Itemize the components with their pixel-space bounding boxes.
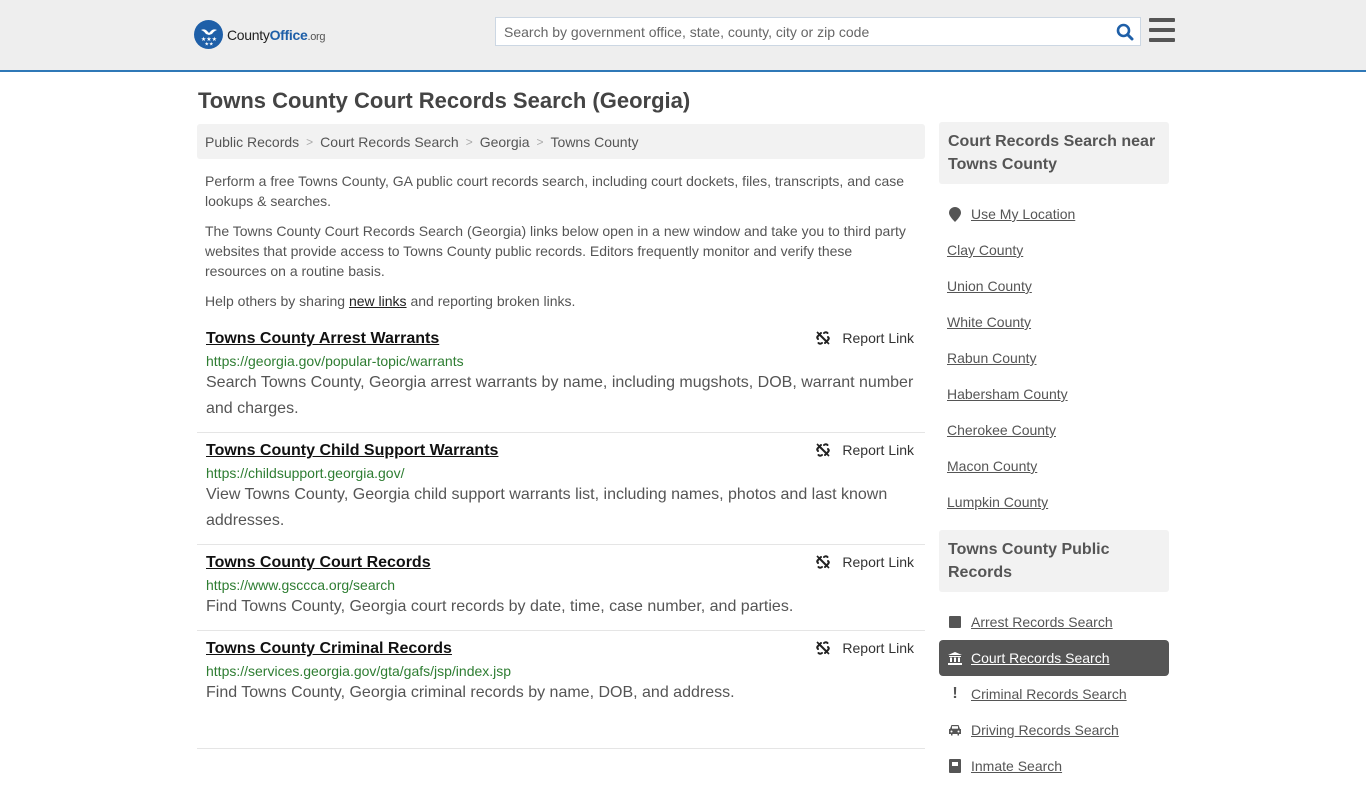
broken-link-icon [816,641,831,655]
public-records-heading: Towns County Public Records [939,530,1169,592]
breadcrumb-georgia[interactable]: Georgia [480,134,530,150]
report-link-button[interactable]: Report Link [815,330,914,346]
nearby-county-link[interactable]: Habersham County [947,386,1068,402]
new-links-link[interactable]: new links [349,293,407,309]
result-url: https://www.gsccca.org/search [206,577,396,593]
result-url: https://childsupport.georgia.gov/ [206,465,405,481]
sidebar-link[interactable]: Inmate Search [971,758,1062,774]
result-item: Towns County Court Records Report Link h… [197,545,925,631]
search-button[interactable] [1110,18,1140,45]
intro-text: Perform a free Towns County, GA public c… [197,159,925,311]
broken-link-icon [816,331,831,345]
result-item: Towns County Arrest Warrants Report Link… [197,321,925,433]
result-description: Find Towns County, Georgia criminal reco… [206,684,735,701]
intro-paragraph-1: Perform a free Towns County, GA public c… [205,173,905,209]
result-title-link[interactable]: Towns County Court Records [206,554,431,572]
use-my-location-item: Use My Location [939,196,1169,232]
sidebar-link[interactable]: Arrest Records Search [971,614,1113,630]
report-link-button[interactable]: Report Link [815,442,914,458]
sidebar-item-arrest-records[interactable]: Arrest Records Search [939,604,1169,640]
sidebar-item-driving-records[interactable]: Driving Records Search [939,712,1169,748]
nearby-county-item: Rabun County [939,340,1169,376]
result-description: Find Towns County, Georgia court records… [206,598,794,615]
sidebar-link[interactable]: Court Records Search [971,650,1110,666]
result-url: https://georgia.gov/popular-topic/warran… [206,353,464,369]
breadcrumb-separator: > [306,134,314,149]
search-bar [495,17,1141,46]
id-card-icon [947,759,963,773]
eagle-logo-icon: ★★★ ★★ [194,20,223,49]
sidebar-item-court-records[interactable]: Court Records Search [939,640,1169,676]
search-icon [1116,23,1134,40]
nearby-county-item: Clay County [939,232,1169,268]
breadcrumb-separator: > [536,134,544,149]
nearby-county-link[interactable]: White County [947,314,1031,330]
report-link-button[interactable]: Report Link [815,554,914,570]
main-content: Public Records > Court Records Search > … [197,124,925,749]
sidebar-item-criminal-records[interactable]: ! Criminal Records Search [939,676,1169,712]
result-title-link[interactable]: Towns County Child Support Warrants [206,442,498,460]
result-url: https://services.georgia.gov/gta/gafs/js… [206,663,512,679]
nearby-county-list: Use My Location Clay County Union County… [939,184,1169,528]
nearby-county-link[interactable]: Rabun County [947,350,1037,366]
breadcrumb-court-records-search[interactable]: Court Records Search [320,134,459,150]
site-logo[interactable]: ★★★ ★★ CountyOffice.org [194,20,326,49]
broken-link-icon [816,443,831,457]
breadcrumb-towns-county: Towns County [550,133,639,150]
result-item: Towns County Child Support Warrants Repo… [197,433,925,545]
sidebar: Court Records Search near Towns County U… [939,122,1169,792]
courthouse-icon [947,651,963,665]
nearby-county-item: Cherokee County [939,412,1169,448]
nearby-county-item: Macon County [939,448,1169,484]
sidebar-item-inmate-search[interactable]: Inmate Search [939,748,1169,784]
result-title-link[interactable]: Towns County Arrest Warrants [206,330,439,348]
search-input[interactable] [496,18,1110,45]
breadcrumb-public-records[interactable]: Public Records [205,134,299,150]
result-title-link[interactable]: Towns County Criminal Records [206,640,452,658]
report-link-button[interactable]: Report Link [815,640,914,656]
nearby-county-item: White County [939,304,1169,340]
public-records-list: Arrest Records Search Court Records Sear… [939,592,1169,792]
car-icon [947,724,963,736]
result-description: View Towns County, Georgia child support… [206,486,888,529]
breadcrumb: Public Records > Court Records Search > … [197,124,925,159]
nearby-county-item: Union County [939,268,1169,304]
result-item: Towns County Criminal Records Report Lin… [197,631,925,749]
nearby-county-link[interactable]: Macon County [947,458,1037,474]
sidebar-link[interactable]: Criminal Records Search [971,686,1127,702]
page-title: Towns County Court Records Search (Georg… [198,88,691,113]
sidebar-link[interactable]: Driving Records Search [971,722,1119,738]
intro-paragraph-2: The Towns County Court Records Search (G… [205,223,906,279]
logo-text: CountyOffice.org [227,26,326,43]
map-pin-icon [947,206,963,222]
top-header: ★★★ ★★ CountyOffice.org [0,0,1366,72]
results-list: Towns County Arrest Warrants Report Link… [197,321,925,749]
nearby-county-item: Habersham County [939,376,1169,412]
nearby-county-link[interactable]: Clay County [947,242,1023,258]
hamburger-menu-icon[interactable] [1149,18,1175,42]
result-description: Search Towns County, Georgia arrest warr… [206,374,914,417]
exclamation-icon: ! [952,685,958,702]
nearby-county-link[interactable]: Union County [947,278,1032,294]
broken-link-icon [816,555,831,569]
svg-text:★★: ★★ [204,41,213,46]
nearby-county-link[interactable]: Cherokee County [947,422,1056,438]
square-icon [947,616,963,628]
breadcrumb-separator: > [465,134,473,149]
intro-paragraph-3: Help others by sharing new links and rep… [205,293,576,309]
nearby-county-link[interactable]: Lumpkin County [947,494,1048,510]
use-my-location-link[interactable]: Use My Location [971,206,1075,222]
nearby-county-item: Lumpkin County [939,484,1169,520]
nearby-heading: Court Records Search near Towns County [939,122,1169,184]
